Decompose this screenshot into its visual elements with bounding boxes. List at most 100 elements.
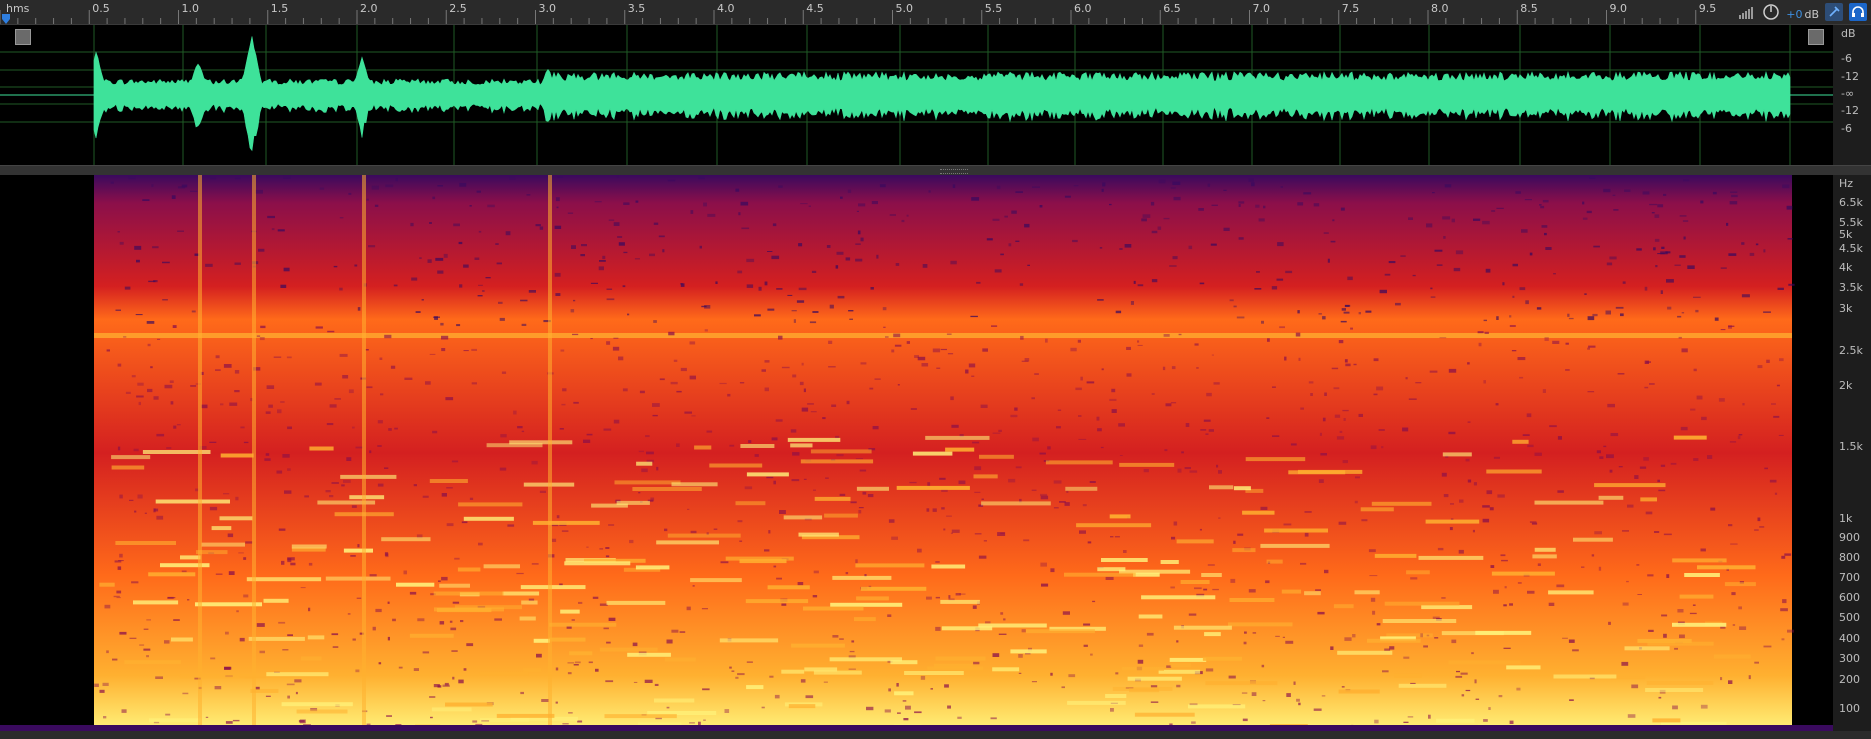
spectrogram-speckle	[1352, 634, 1356, 638]
spectrogram-speckle	[1238, 237, 1244, 240]
splitter-grip[interactable]	[940, 169, 968, 174]
spectrogram-speckle	[152, 246, 159, 249]
spectrogram-speckle	[119, 631, 127, 635]
spectrogram-speckle	[803, 388, 806, 393]
spectrogram-speckle	[1483, 319, 1487, 322]
spectrogram-speckle	[354, 264, 358, 267]
spectrogram-speckle	[1170, 586, 1175, 589]
spectrogram-speckle	[1258, 218, 1265, 222]
hz-scale-label: 800	[1839, 551, 1860, 564]
spectrogram-speckle	[1622, 602, 1629, 606]
spectrogram-harmonic	[549, 637, 586, 642]
spectrogram-speckle	[131, 375, 136, 378]
spectrogram-speckle	[673, 359, 678, 362]
spectrogram-harmonic	[296, 709, 348, 714]
spectrogram-speckle	[1726, 222, 1729, 226]
spectrogram-speckle	[187, 599, 190, 601]
spectrogram-speckle	[413, 668, 419, 671]
spectrogram-speckle	[1166, 665, 1172, 668]
spectrogram-speckle	[778, 335, 783, 340]
spectrogram-speckle	[1622, 530, 1629, 532]
spectrogram-speckle	[885, 336, 889, 338]
spectrogram-speckle	[395, 177, 398, 182]
spectrogram-speckle	[692, 585, 695, 587]
time-ruler[interactable]: 0.5 1.0 1.5 2.0 2.5 3.0 3.5 4.0 4.5 5.0 5.5 6.0 6.5 7…	[0, 0, 1871, 25]
spectrogram-speckle	[1040, 495, 1049, 500]
spectrogram-speckle	[451, 650, 458, 652]
spectrogram-speckle	[1511, 350, 1517, 352]
spectrogram-speckle	[153, 280, 158, 283]
spectrogram-speckle	[1696, 395, 1703, 400]
help-icon[interactable]	[1849, 3, 1867, 21]
level-meter-icon[interactable]	[1738, 3, 1756, 21]
spectrogram-speckle	[808, 205, 811, 207]
waveform-zoom-toggle-left[interactable]	[15, 29, 31, 45]
spectrogram-speckle	[836, 251, 844, 255]
spectrogram-harmonic	[124, 660, 181, 665]
spectrogram-speckle	[1757, 365, 1763, 369]
spectrogram-speckle	[379, 357, 383, 360]
spectrogram-speckle	[778, 185, 783, 188]
spectrogram-speckle	[1473, 218, 1481, 221]
pin-icon[interactable]	[1825, 3, 1843, 21]
spectrogram-speckle	[214, 686, 222, 690]
spectrogram-speckle	[623, 202, 630, 205]
spectrogram-harmonic	[1418, 555, 1484, 560]
spectrogram-speckle	[300, 587, 306, 589]
spectrogram-speckle	[308, 562, 313, 566]
spectrogram-harmonic	[830, 602, 903, 607]
spectrogram-speckle	[928, 190, 931, 193]
spectrogram-harmonic	[1170, 663, 1191, 668]
spectrogram-speckle	[797, 582, 804, 586]
spectrogram-speckle	[618, 356, 624, 361]
spectrogram-speckle	[1298, 357, 1301, 361]
spectrogram-speckle	[209, 441, 217, 443]
spectrogram-speckle	[290, 562, 296, 566]
spectrogram-speckle	[998, 633, 1007, 635]
spectrogram-harmonic	[496, 713, 555, 718]
spectrogram-speckle	[800, 679, 806, 683]
spectrogram-speckle	[739, 382, 745, 384]
waveform-zoom-toggle-right[interactable]	[1808, 29, 1824, 45]
spectrogram-harmonic	[1425, 519, 1480, 524]
spectral-frequency-display[interactable]	[0, 175, 1833, 734]
spectrogram-speckle	[1370, 597, 1376, 602]
spectrogram-harmonic	[1647, 641, 1714, 646]
spectrogram-speckle	[641, 468, 648, 473]
spectrogram-harmonic	[896, 485, 970, 490]
spectrogram-speckle	[437, 185, 443, 187]
spectrogram-speckle	[855, 258, 863, 262]
gain-value[interactable]: +0 dB	[1786, 3, 1819, 22]
spectrogram-speckle	[1276, 278, 1284, 281]
spectrogram-harmonic	[486, 443, 543, 448]
spectrogram-speckle	[769, 675, 774, 678]
playhead-marker[interactable]	[1, 14, 11, 24]
spectrogram-speckle	[258, 248, 265, 252]
spectrogram-speckle	[286, 356, 292, 359]
spectrogram-harmonic	[694, 445, 712, 450]
gain-knob-icon[interactable]	[1762, 3, 1780, 21]
spectrogram-speckle	[133, 448, 139, 452]
spectrogram-speckle	[256, 335, 261, 338]
waveform-display[interactable]	[0, 25, 1833, 165]
spectrogram-speckle	[348, 389, 354, 394]
spectrogram-speckle	[1582, 217, 1588, 220]
spectrogram-speckle	[1448, 368, 1457, 373]
spectrogram-speckle	[1636, 248, 1642, 251]
spectrogram-speckle	[1358, 312, 1361, 315]
spectrogram-speckle	[773, 565, 777, 568]
spectrogram-speckle	[1206, 392, 1212, 397]
horizontal-scrollbar[interactable]	[0, 731, 1871, 739]
spectrogram-speckle	[1695, 309, 1699, 313]
spectrogram-harmonic	[266, 672, 329, 677]
spectrogram-speckle	[535, 224, 541, 227]
spectrogram-speckle	[1449, 527, 1453, 531]
spectrogram-speckle	[366, 386, 373, 389]
spectrogram-speckle	[165, 713, 171, 716]
spectrogram-speckle	[146, 619, 151, 621]
spectrogram-speckle	[283, 175, 291, 179]
spectrogram-speckle	[245, 541, 253, 544]
spectrogram-speckle	[1236, 316, 1245, 319]
spectrogram-speckle	[822, 417, 826, 420]
spectrogram-speckle	[1384, 273, 1391, 276]
